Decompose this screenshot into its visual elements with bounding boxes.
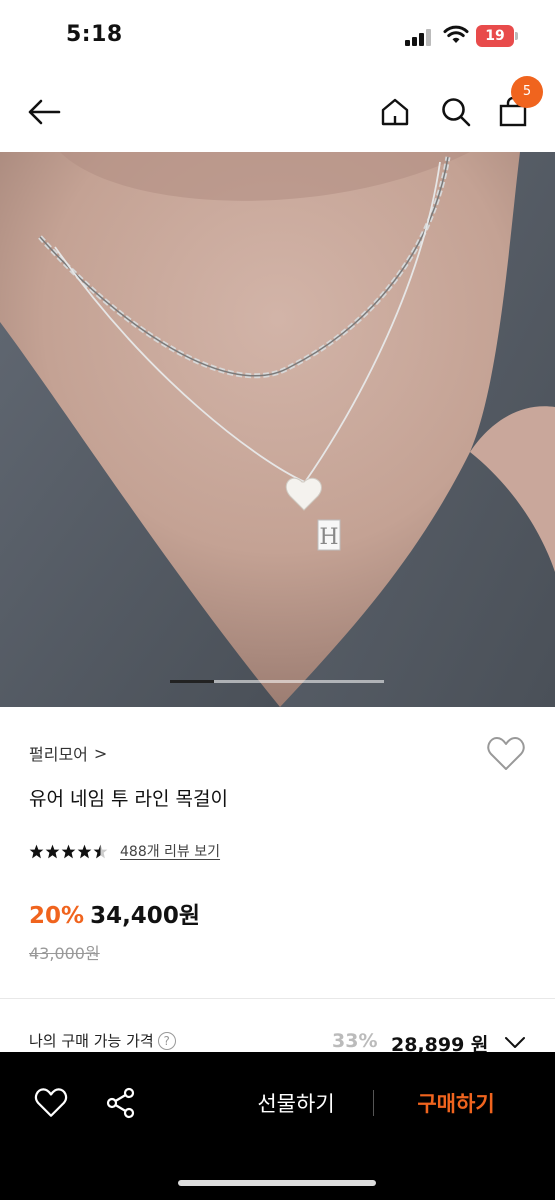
search-button[interactable] [435,90,477,134]
divider [373,1090,374,1116]
rating-stars [29,844,108,859]
share-button[interactable] [104,1086,138,1120]
battery-level: 19 [476,25,514,47]
brand-link[interactable]: 펄리모어 > [29,741,107,765]
rating-row: 488개 리뷰 보기 [29,841,220,861]
my-price-label: 나의 구매 가능 가격 [29,1032,154,1050]
price-row: 20% 34,400원 [29,896,200,930]
help-icon[interactable]: ? [157,1031,176,1050]
cart-badge: 5 [511,76,543,108]
status-time: 5:18 [66,22,123,47]
wishlist-button[interactable] [486,735,526,773]
heart-icon [487,737,525,770]
search-icon [442,98,471,127]
divider [0,998,555,999]
my-price-row[interactable]: 나의 구매 가능 가격 ? 33% 28,899 원 [29,1030,529,1054]
star-icon [45,844,60,858]
my-price: 28,899 원 [391,1034,489,1054]
half-star-icon [93,844,108,858]
svg-text:H: H [319,525,338,550]
original-price: 43,000원 [29,944,100,963]
status-bar: 5:18 19 [0,0,555,70]
carousel-indicator [170,680,214,683]
my-price-label-wrap: 나의 구매 가능 가격 ? [29,1030,176,1051]
back-button[interactable] [22,90,66,134]
necklace-photo: H [0,152,555,707]
home-icon [381,98,409,126]
arrow-left-icon [28,99,61,125]
star-icon [61,844,76,858]
home-button[interactable] [374,90,416,134]
discount-rate: 20% [29,903,85,929]
home-indicator [178,1180,376,1186]
share-icon [106,1087,135,1119]
review-link[interactable]: 488개 리뷰 보기 [120,841,220,861]
chevron-down-icon[interactable] [503,1032,527,1054]
product-title: 유어 네임 투 라인 목걸이 [29,788,228,810]
star-icon [77,844,92,858]
gift-button[interactable]: 선물하기 [226,1084,366,1124]
brand-name: 펄리모어 [29,745,88,764]
chevron-right-icon: > [93,743,108,763]
top-nav [0,70,555,152]
buy-button[interactable]: 구매하기 [386,1084,526,1124]
bottom-wishlist-button[interactable] [34,1086,68,1120]
bottom-action-bar: 선물하기 구매하기 [0,1052,555,1200]
my-discount-rate: 33% [332,1030,378,1052]
signal-icon [405,28,435,46]
product-image[interactable]: H [0,152,555,707]
battery-icon: 19 [476,25,518,47]
sale-price: 34,400원 [90,903,200,929]
star-icon [29,844,44,858]
heart-icon [34,1088,68,1117]
wifi-icon [443,25,469,43]
